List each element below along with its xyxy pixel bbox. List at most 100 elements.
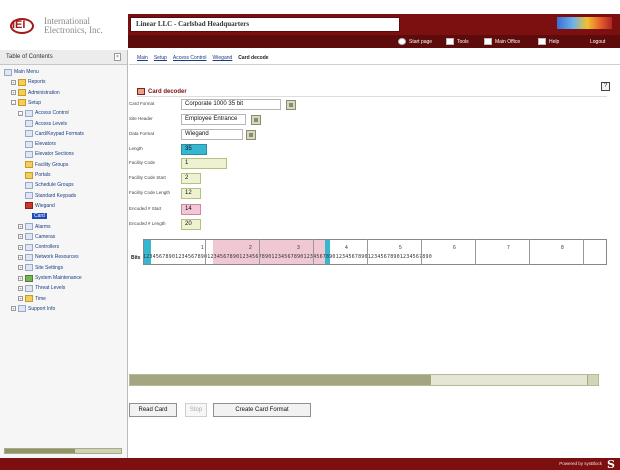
tree-item[interactable]: Schedule Groups	[25, 180, 74, 190]
tree-item[interactable]: + Controllers	[18, 242, 59, 252]
bit-ruler: 1 2 3 4 5 6 7 8 123456789012345678901234…	[131, 239, 607, 265]
breadcrumb-wiegand[interactable]: Wiegand	[213, 55, 233, 61]
page-icon	[25, 150, 33, 158]
tree-item[interactable]: + Support Info	[11, 304, 55, 314]
expand-icon[interactable]: +	[18, 296, 23, 302]
nav-help[interactable]: Help	[538, 37, 559, 46]
encoded-id-start-row: Encoded # Start 14	[129, 204, 329, 216]
tools-icon	[446, 38, 454, 45]
nav-logout[interactable]: Logout	[590, 37, 605, 46]
expand-icon[interactable]: +	[11, 79, 16, 85]
tree-item-label: Elevators	[35, 141, 56, 148]
data-format-dropdown-icon[interactable]	[246, 130, 256, 140]
expand-icon[interactable]: +	[18, 265, 23, 271]
nav-help-label: Help	[549, 38, 560, 45]
tree-item[interactable]: + Cameras	[18, 232, 55, 242]
tree-item[interactable]: + Time	[18, 294, 46, 304]
site-header-row: Site Header Employee Entrance	[129, 114, 329, 126]
tree-item[interactable]: Portals	[25, 170, 51, 180]
length-label: Length	[129, 146, 143, 151]
tree-item[interactable]: + System Maintenance	[18, 273, 82, 283]
tree-item[interactable]: + Reports	[11, 77, 46, 87]
collapse-icon[interactable]: -	[18, 110, 23, 116]
data-format-label: Data Format	[129, 131, 155, 136]
horizontal-scrollbar[interactable]	[129, 374, 599, 386]
page-icon	[25, 284, 33, 292]
breadcrumb-setup[interactable]: Setup	[154, 55, 167, 61]
expand-icon[interactable]: +	[11, 306, 16, 312]
encoded-id-start-field[interactable]: 14	[181, 204, 201, 215]
tree-item-label: Administration	[28, 89, 60, 96]
horizontal-scroll-thumb[interactable]	[130, 375, 431, 385]
nav-logout-label: Logout	[590, 38, 606, 45]
help-icon[interactable]: ?	[601, 82, 610, 91]
sidebar-header: Table of Contents ×	[0, 50, 127, 65]
expand-icon[interactable]: +	[18, 244, 23, 250]
site-header-dropdown-icon[interactable]	[251, 115, 261, 125]
bit-ruler-tick	[529, 239, 530, 265]
page-icon	[18, 305, 26, 313]
tree-item[interactable]: Access Levels	[25, 119, 67, 129]
tree-item[interactable]: Card	[32, 211, 47, 221]
tree-item[interactable]: + Administration	[11, 88, 60, 98]
tree-item[interactable]: Facility Groups	[25, 160, 68, 170]
tree-item[interactable]: + Alarms	[18, 222, 51, 232]
data-format-row: Data Format Wiegand	[129, 129, 329, 141]
length-field[interactable]: 35	[181, 144, 207, 155]
page-icon	[25, 202, 33, 210]
sidebar-scroll-thumb[interactable]	[5, 449, 75, 453]
card-format-dropdown-icon[interactable]	[286, 100, 296, 110]
collapse-icon[interactable]: -	[11, 100, 16, 106]
tree-item[interactable]: Elevators	[25, 139, 56, 149]
data-format-select[interactable]: Wiegand	[181, 129, 243, 140]
breadcrumb: Main Setup Access Control Wiegand Card d…	[137, 53, 269, 63]
facility-code-length-field[interactable]: 12	[181, 188, 201, 199]
facility-code-label: Facility Code	[129, 160, 156, 165]
tree-item-label: Wiegand	[35, 202, 55, 209]
tree-item-label: Facility Groups	[35, 161, 69, 168]
bit-ruler-tick	[367, 239, 368, 265]
nav-main-office[interactable]: Main Office	[484, 37, 520, 46]
tree-item[interactable]: Main Menu	[4, 67, 39, 77]
expand-icon[interactable]: +	[18, 254, 23, 260]
tree-item-label: Main Menu	[14, 69, 39, 75]
tree-item[interactable]: Standard Keypads	[25, 191, 76, 201]
site-header-select[interactable]: Employee Entrance	[181, 114, 246, 125]
tree-item[interactable]: - Setup	[11, 98, 41, 108]
expand-icon[interactable]: +	[18, 224, 23, 229]
expand-icon[interactable]: +	[18, 234, 23, 240]
tree-item[interactable]: - Access Control	[18, 108, 69, 118]
tree-item[interactable]: Wiegand	[25, 201, 55, 211]
nav-start-page[interactable]: Start page	[398, 37, 432, 46]
scroll-right-button[interactable]	[587, 375, 598, 385]
card-format-select[interactable]: Corporate 1000 35 bit	[181, 99, 281, 110]
tree-item-label: Schedule Groups	[35, 182, 74, 189]
tree-item[interactable]: + Network Resources	[18, 252, 79, 262]
logo-initials: IEI	[12, 19, 26, 31]
encoded-id-length-field[interactable]: 20	[181, 219, 201, 230]
breadcrumb-main[interactable]: Main	[137, 55, 148, 61]
close-icon[interactable]: ×	[114, 53, 121, 61]
tree-item[interactable]: Elevator Sections	[25, 149, 74, 159]
facility-code-start-field[interactable]: 2	[181, 173, 201, 184]
tree-item[interactable]: Card/Keypad Formats	[25, 129, 84, 139]
stop-button[interactable]: Stop	[185, 403, 207, 417]
create-card-format-button[interactable]: Create Card Format	[213, 403, 311, 417]
page-icon	[25, 130, 33, 138]
expand-icon[interactable]: +	[18, 285, 23, 291]
breadcrumb-access-control[interactable]: Access Control	[173, 55, 207, 61]
expand-icon[interactable]: +	[18, 275, 23, 281]
expand-icon[interactable]: +	[11, 90, 16, 96]
section-divider	[137, 96, 607, 97]
logo: IEI International Electronics, Inc.	[0, 0, 128, 50]
bit-ruler-tick	[421, 239, 422, 265]
nav-tools[interactable]: Tools	[446, 37, 469, 46]
tree-item[interactable]: + Threat Levels	[18, 283, 65, 293]
tree-item[interactable]: + Site Settings	[18, 263, 63, 273]
card-format-label: Card Format	[129, 101, 155, 106]
page-icon	[25, 274, 33, 282]
facility-code-field[interactable]: 1	[181, 158, 227, 169]
tree-item-label: Time	[35, 295, 46, 302]
sidebar-scrollbar[interactable]	[4, 448, 122, 454]
read-card-button[interactable]: Read Card	[129, 403, 177, 417]
